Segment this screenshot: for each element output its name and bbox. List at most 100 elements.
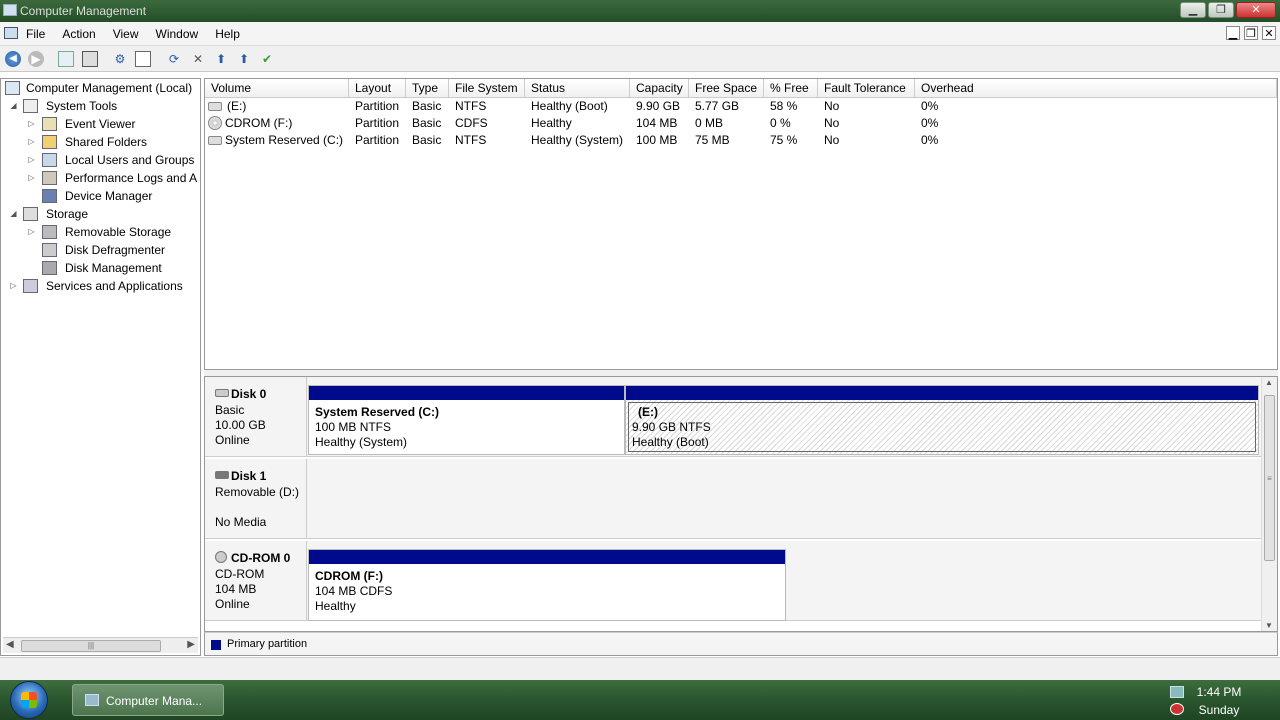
status-bar [0, 657, 1280, 680]
column-header-type[interactable]: Type [406, 79, 449, 98]
tree-horizontal-scrollbar[interactable]: ◀ ||| ▶ [3, 637, 198, 653]
column-header-volume[interactable]: Volume [205, 79, 349, 98]
help-icon[interactable]: ⬆ [236, 51, 252, 67]
primary-partition-bar [626, 386, 1258, 400]
legend-bar: Primary partition [204, 632, 1278, 656]
clock-time: 1:44 PM [1196, 685, 1242, 699]
import-icon[interactable]: ⬆ [213, 51, 229, 67]
column-header-percent-free[interactable]: % Free [764, 79, 818, 98]
show-hide-tree-icon[interactable] [82, 51, 98, 67]
refresh-icon[interactable]: ⟳ [166, 51, 182, 67]
expand-icon[interactable]: ▷ [27, 223, 36, 241]
menu-help[interactable]: Help [215, 27, 240, 41]
menu-bar: File Action View Window Help ▁ ❐ ✕ [0, 22, 1280, 46]
scrollbar-thumb[interactable]: ||| [21, 640, 161, 652]
column-header-layout[interactable]: Layout [349, 79, 406, 98]
back-arrow-icon[interactable]: ◀ [5, 51, 21, 67]
start-button[interactable] [10, 681, 48, 719]
expand-icon[interactable]: ▷ [27, 115, 36, 133]
security-alert-icon[interactable] [1170, 703, 1184, 715]
expand-collapse-icon[interactable]: ◢ [9, 97, 18, 115]
disk-management-icon [42, 261, 57, 275]
expand-icon[interactable]: ▷ [27, 169, 36, 187]
cdrom-drive-icon [208, 116, 222, 130]
removable-disk-icon [215, 471, 229, 479]
primary-partition-bar [309, 386, 624, 400]
document-icon[interactable] [4, 27, 18, 39]
volume-list: Volume Layout Type File System Status Ca… [204, 78, 1278, 370]
partition-e-selected[interactable]: (E:) 9.90 GB NTFS Healthy (Boot) [625, 385, 1259, 455]
column-header-file-system[interactable]: File System [449, 79, 525, 98]
selection-outline [628, 402, 1256, 452]
legend-label: Primary partition [227, 638, 308, 650]
mdi-minimize-button[interactable]: ▁ [1226, 26, 1240, 40]
expand-icon[interactable]: ▷ [9, 277, 18, 295]
shared-folders-icon [42, 135, 57, 149]
disk-view-vertical-scrollbar[interactable]: ▲ ≡ ▼ [1261, 377, 1277, 631]
properties-icon[interactable]: ⚙ [112, 51, 128, 67]
window-title: Computer Management [20, 4, 147, 18]
column-header-free-space[interactable]: Free Space [689, 79, 764, 98]
cdrom-0-info[interactable]: CD-ROM 0 CD-ROM 104 MB Online [205, 541, 307, 621]
windows-logo-icon [21, 692, 37, 708]
primary-partition-bar [309, 550, 785, 564]
scroll-left-icon[interactable]: ◀ [6, 639, 14, 650]
column-header-status[interactable]: Status [525, 79, 630, 98]
performance-logs-icon [42, 171, 57, 185]
column-header-capacity[interactable]: Capacity [630, 79, 689, 98]
minimize-button[interactable]: ▁ [1180, 2, 1206, 18]
disk-1-info[interactable]: Disk 1 Removable (D:) No Media [205, 459, 307, 539]
device-manager-icon [42, 189, 57, 203]
disk-1-partitions [307, 459, 1261, 539]
mdi-restore-button[interactable]: ❐ [1244, 26, 1258, 40]
expand-icon[interactable]: ▷ [27, 133, 36, 151]
expand-icon[interactable]: ▷ [27, 151, 36, 169]
system-tools-icon [23, 99, 38, 113]
scrollbar-thumb[interactable]: ≡ [1264, 395, 1275, 561]
close-button[interactable]: ✕ [1236, 2, 1276, 18]
network-icon[interactable] [1170, 686, 1184, 698]
computer-management-icon [5, 81, 20, 95]
partition-cdrom-f[interactable]: CDROM (F:) 104 MB CDFS Healthy [308, 549, 786, 621]
clock-day: Sunday [1198, 703, 1240, 717]
taskbar-button-computer-management[interactable]: Computer Mana... [72, 684, 224, 716]
toolbar: ◀ ▶ ⚙ ⟳ ✕ ⬆ ⬆ ✔ [0, 46, 1280, 72]
disk-0-info[interactable]: Disk 0 Basic 10.00 GB Online [205, 377, 307, 457]
partition-system-reserved[interactable]: System Reserved (C:) 100 MB NTFS Healthy… [308, 385, 625, 455]
column-header-fault-tolerance[interactable]: Fault Tolerance [818, 79, 915, 98]
drive-icon [208, 102, 222, 111]
primary-partition-swatch [211, 640, 221, 650]
removable-storage-icon [42, 225, 57, 239]
services-applications-icon [23, 279, 38, 293]
hard-disk-icon [215, 389, 229, 397]
local-users-icon [42, 153, 57, 167]
drive-icon [208, 136, 222, 145]
export-list-icon[interactable] [135, 51, 151, 67]
window-controls: ▁ ❐ ✕ [1180, 2, 1276, 18]
console-tree: Computer Management (Local) ◢ System Too… [0, 78, 201, 656]
taskbar: Computer Mana... 1:44 PM Sunday [0, 680, 1280, 720]
up-folder-icon[interactable] [58, 51, 74, 67]
delete-icon[interactable]: ✕ [190, 51, 206, 67]
check-icon[interactable]: ✔ [259, 51, 275, 67]
disk-defragmenter-icon [42, 243, 57, 257]
cdrom-icon [215, 551, 227, 563]
expand-collapse-icon[interactable]: ◢ [9, 205, 18, 223]
maximize-button[interactable]: ❐ [1208, 2, 1234, 18]
clock[interactable]: 1:44 PM Sunday [1192, 683, 1246, 719]
menu-file[interactable]: File [26, 27, 45, 41]
scroll-down-icon[interactable]: ▼ [1265, 621, 1273, 630]
disk-graphical-view: Disk 0 Basic 10.00 GB Online System Rese… [204, 376, 1278, 632]
menu-action[interactable]: Action [62, 27, 95, 41]
mdi-close-button[interactable]: ✕ [1262, 26, 1276, 40]
menu-view[interactable]: View [113, 27, 139, 41]
storage-icon [23, 207, 38, 221]
event-viewer-icon [42, 117, 57, 131]
scroll-right-icon[interactable]: ▶ [187, 639, 195, 650]
forward-arrow-icon[interactable]: ▶ [28, 51, 44, 67]
menu-window[interactable]: Window [156, 27, 199, 41]
scroll-up-icon[interactable]: ▲ [1265, 378, 1273, 387]
computer-management-icon [85, 694, 99, 706]
title-bar: Computer Management ▁ ❐ ✕ [0, 0, 1280, 22]
column-header-overhead[interactable]: Overhead [915, 79, 1277, 98]
